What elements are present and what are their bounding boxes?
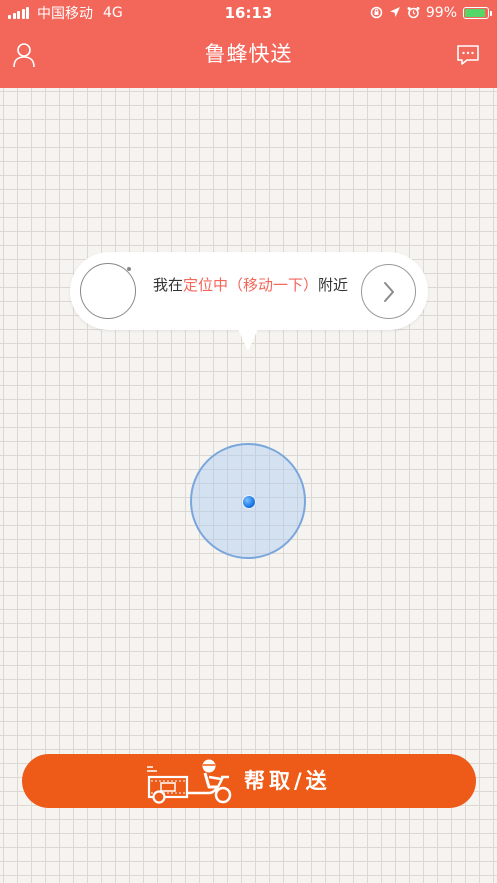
signal-icon	[8, 7, 29, 19]
page-title: 鲁蜂快送	[204, 42, 293, 66]
battery-percent: 99%	[425, 5, 457, 21]
status-bar: 中国移动 4G 16:13 99%	[0, 0, 497, 26]
current-location-dot	[243, 496, 255, 508]
messages-button[interactable]	[455, 40, 485, 70]
nav-bar: 鲁蜂快送	[0, 26, 497, 88]
location-highlight: 定位中（移动一下）	[183, 276, 319, 294]
bubble-pointer	[238, 329, 258, 351]
location-prefix: 我在	[153, 276, 184, 294]
action-label: 帮取/送	[244, 769, 331, 793]
message-icon	[457, 45, 479, 65]
rotation-lock-icon	[370, 6, 383, 21]
location-bubble[interactable]: 我在定位中（移动一下）附近	[70, 252, 428, 330]
pickup-delivery-button[interactable]: 帮取/送	[22, 754, 476, 808]
network-type: 4G	[103, 5, 123, 21]
location-accuracy-circle	[190, 443, 306, 559]
loading-spinner-icon	[80, 263, 136, 319]
confirm-location-button[interactable]	[361, 264, 416, 319]
alarm-icon	[407, 6, 420, 21]
location-arrow-icon	[389, 6, 401, 20]
battery-level	[465, 9, 485, 17]
carrier-name: 中国移动	[37, 6, 93, 22]
chevron-right-icon	[384, 282, 394, 302]
battery-icon	[463, 7, 492, 19]
location-suffix: 附近	[318, 276, 349, 294]
location-status: 我在定位中（移动一下）附近	[153, 252, 348, 330]
delivery-scooter-icon	[147, 759, 232, 804]
